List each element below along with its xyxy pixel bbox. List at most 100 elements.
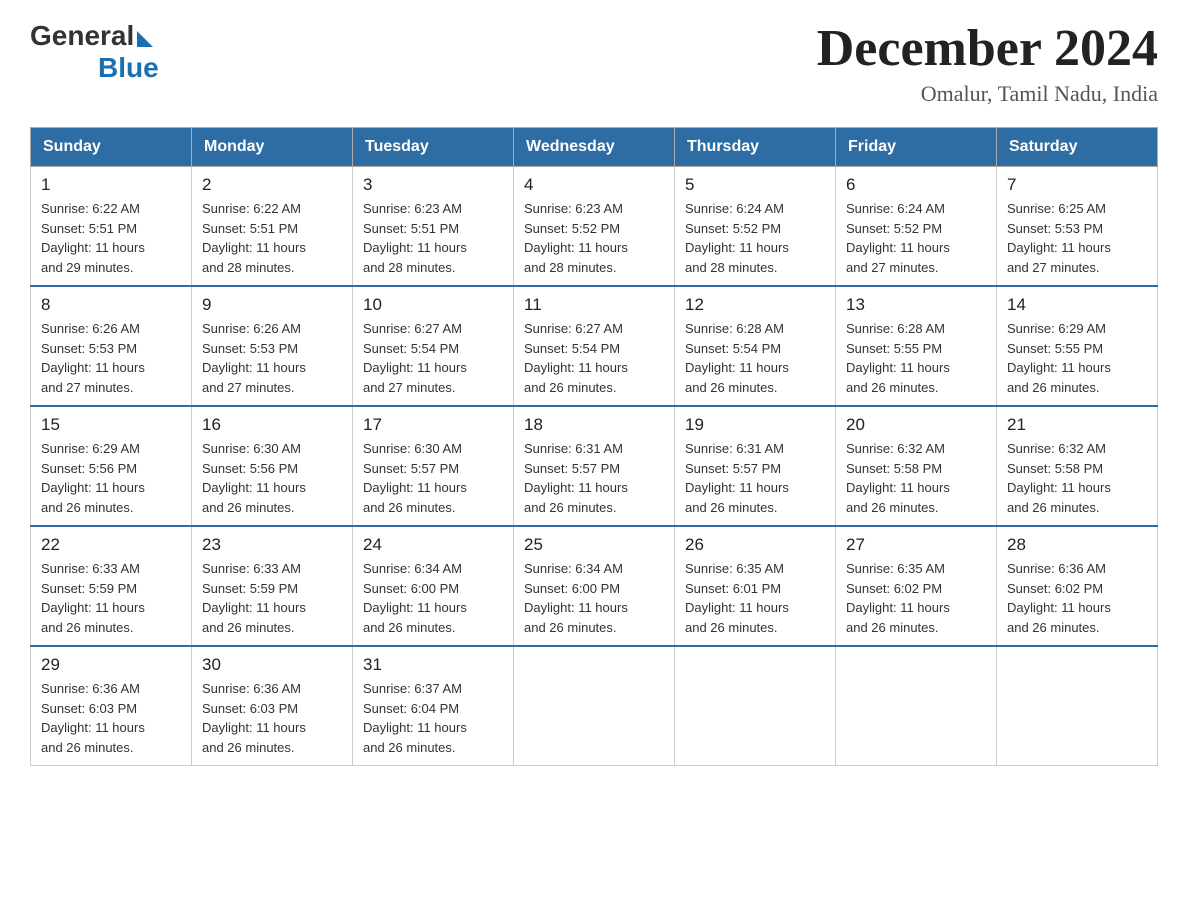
day-number: 21 <box>1007 415 1147 435</box>
calendar-cell: 5 Sunrise: 6:24 AMSunset: 5:52 PMDayligh… <box>675 167 836 287</box>
day-number: 10 <box>363 295 503 315</box>
header-friday: Friday <box>836 128 997 167</box>
day-info: Sunrise: 6:29 AMSunset: 5:55 PMDaylight:… <box>1007 321 1111 395</box>
calendar-cell: 18 Sunrise: 6:31 AMSunset: 5:57 PMDaylig… <box>514 406 675 526</box>
day-number: 20 <box>846 415 986 435</box>
day-number: 15 <box>41 415 181 435</box>
day-number: 9 <box>202 295 342 315</box>
day-info: Sunrise: 6:25 AMSunset: 5:53 PMDaylight:… <box>1007 201 1111 275</box>
day-number: 29 <box>41 655 181 675</box>
day-number: 24 <box>363 535 503 555</box>
day-info: Sunrise: 6:30 AMSunset: 5:56 PMDaylight:… <box>202 441 306 515</box>
title-block: December 2024 Omalur, Tamil Nadu, India <box>817 20 1158 107</box>
calendar-cell <box>997 646 1158 766</box>
day-info: Sunrise: 6:34 AMSunset: 6:00 PMDaylight:… <box>524 561 628 635</box>
header-tuesday: Tuesday <box>353 128 514 167</box>
day-info: Sunrise: 6:27 AMSunset: 5:54 PMDaylight:… <box>363 321 467 395</box>
day-info: Sunrise: 6:23 AMSunset: 5:52 PMDaylight:… <box>524 201 628 275</box>
calendar-cell: 1 Sunrise: 6:22 AMSunset: 5:51 PMDayligh… <box>31 167 192 287</box>
calendar-cell: 12 Sunrise: 6:28 AMSunset: 5:54 PMDaylig… <box>675 286 836 406</box>
day-number: 17 <box>363 415 503 435</box>
day-info: Sunrise: 6:31 AMSunset: 5:57 PMDaylight:… <box>524 441 628 515</box>
calendar-cell: 31 Sunrise: 6:37 AMSunset: 6:04 PMDaylig… <box>353 646 514 766</box>
calendar-cell: 26 Sunrise: 6:35 AMSunset: 6:01 PMDaylig… <box>675 526 836 646</box>
calendar-cell: 15 Sunrise: 6:29 AMSunset: 5:56 PMDaylig… <box>31 406 192 526</box>
calendar-cell: 3 Sunrise: 6:23 AMSunset: 5:51 PMDayligh… <box>353 167 514 287</box>
day-info: Sunrise: 6:28 AMSunset: 5:55 PMDaylight:… <box>846 321 950 395</box>
day-info: Sunrise: 6:31 AMSunset: 5:57 PMDaylight:… <box>685 441 789 515</box>
calendar-cell: 19 Sunrise: 6:31 AMSunset: 5:57 PMDaylig… <box>675 406 836 526</box>
day-number: 16 <box>202 415 342 435</box>
day-number: 22 <box>41 535 181 555</box>
day-number: 27 <box>846 535 986 555</box>
calendar-cell: 23 Sunrise: 6:33 AMSunset: 5:59 PMDaylig… <box>192 526 353 646</box>
calendar-cell: 24 Sunrise: 6:34 AMSunset: 6:00 PMDaylig… <box>353 526 514 646</box>
day-number: 19 <box>685 415 825 435</box>
day-info: Sunrise: 6:37 AMSunset: 6:04 PMDaylight:… <box>363 681 467 755</box>
day-number: 11 <box>524 295 664 315</box>
location-subtitle: Omalur, Tamil Nadu, India <box>817 81 1158 107</box>
calendar-cell: 10 Sunrise: 6:27 AMSunset: 5:54 PMDaylig… <box>353 286 514 406</box>
calendar-cell <box>675 646 836 766</box>
day-number: 6 <box>846 175 986 195</box>
day-number: 12 <box>685 295 825 315</box>
calendar-cell: 30 Sunrise: 6:36 AMSunset: 6:03 PMDaylig… <box>192 646 353 766</box>
day-number: 7 <box>1007 175 1147 195</box>
day-number: 2 <box>202 175 342 195</box>
week-row-2: 8 Sunrise: 6:26 AMSunset: 5:53 PMDayligh… <box>31 286 1158 406</box>
day-number: 30 <box>202 655 342 675</box>
day-info: Sunrise: 6:32 AMSunset: 5:58 PMDaylight:… <box>846 441 950 515</box>
day-info: Sunrise: 6:33 AMSunset: 5:59 PMDaylight:… <box>202 561 306 635</box>
week-row-1: 1 Sunrise: 6:22 AMSunset: 5:51 PMDayligh… <box>31 167 1158 287</box>
week-row-4: 22 Sunrise: 6:33 AMSunset: 5:59 PMDaylig… <box>31 526 1158 646</box>
day-number: 3 <box>363 175 503 195</box>
day-number: 26 <box>685 535 825 555</box>
calendar-cell: 29 Sunrise: 6:36 AMSunset: 6:03 PMDaylig… <box>31 646 192 766</box>
day-number: 8 <box>41 295 181 315</box>
calendar-cell: 25 Sunrise: 6:34 AMSunset: 6:00 PMDaylig… <box>514 526 675 646</box>
day-info: Sunrise: 6:24 AMSunset: 5:52 PMDaylight:… <box>846 201 950 275</box>
day-info: Sunrise: 6:34 AMSunset: 6:00 PMDaylight:… <box>363 561 467 635</box>
day-info: Sunrise: 6:32 AMSunset: 5:58 PMDaylight:… <box>1007 441 1111 515</box>
main-title: December 2024 <box>817 20 1158 77</box>
day-info: Sunrise: 6:36 AMSunset: 6:03 PMDaylight:… <box>202 681 306 755</box>
week-row-5: 29 Sunrise: 6:36 AMSunset: 6:03 PMDaylig… <box>31 646 1158 766</box>
calendar-cell <box>836 646 997 766</box>
calendar-header-row: SundayMondayTuesdayWednesdayThursdayFrid… <box>31 128 1158 167</box>
logo-general-text: General <box>30 20 134 52</box>
logo-blue-text: Blue <box>98 52 159 84</box>
day-info: Sunrise: 6:35 AMSunset: 6:01 PMDaylight:… <box>685 561 789 635</box>
day-info: Sunrise: 6:30 AMSunset: 5:57 PMDaylight:… <box>363 441 467 515</box>
header-saturday: Saturday <box>997 128 1158 167</box>
calendar-table: SundayMondayTuesdayWednesdayThursdayFrid… <box>30 127 1158 766</box>
calendar-cell: 11 Sunrise: 6:27 AMSunset: 5:54 PMDaylig… <box>514 286 675 406</box>
calendar-cell: 9 Sunrise: 6:26 AMSunset: 5:53 PMDayligh… <box>192 286 353 406</box>
logo-arrow-icon <box>137 31 153 47</box>
day-number: 31 <box>363 655 503 675</box>
day-number: 18 <box>524 415 664 435</box>
day-number: 23 <box>202 535 342 555</box>
calendar-cell: 4 Sunrise: 6:23 AMSunset: 5:52 PMDayligh… <box>514 167 675 287</box>
calendar-cell: 14 Sunrise: 6:29 AMSunset: 5:55 PMDaylig… <box>997 286 1158 406</box>
calendar-cell: 8 Sunrise: 6:26 AMSunset: 5:53 PMDayligh… <box>31 286 192 406</box>
header-thursday: Thursday <box>675 128 836 167</box>
day-info: Sunrise: 6:33 AMSunset: 5:59 PMDaylight:… <box>41 561 145 635</box>
calendar-cell: 17 Sunrise: 6:30 AMSunset: 5:57 PMDaylig… <box>353 406 514 526</box>
header-sunday: Sunday <box>31 128 192 167</box>
day-number: 13 <box>846 295 986 315</box>
calendar-cell: 13 Sunrise: 6:28 AMSunset: 5:55 PMDaylig… <box>836 286 997 406</box>
header-monday: Monday <box>192 128 353 167</box>
day-number: 5 <box>685 175 825 195</box>
day-info: Sunrise: 6:26 AMSunset: 5:53 PMDaylight:… <box>202 321 306 395</box>
day-info: Sunrise: 6:27 AMSunset: 5:54 PMDaylight:… <box>524 321 628 395</box>
calendar-cell: 6 Sunrise: 6:24 AMSunset: 5:52 PMDayligh… <box>836 167 997 287</box>
day-info: Sunrise: 6:24 AMSunset: 5:52 PMDaylight:… <box>685 201 789 275</box>
calendar-cell: 7 Sunrise: 6:25 AMSunset: 5:53 PMDayligh… <box>997 167 1158 287</box>
day-info: Sunrise: 6:23 AMSunset: 5:51 PMDaylight:… <box>363 201 467 275</box>
day-number: 28 <box>1007 535 1147 555</box>
calendar-cell: 16 Sunrise: 6:30 AMSunset: 5:56 PMDaylig… <box>192 406 353 526</box>
day-info: Sunrise: 6:22 AMSunset: 5:51 PMDaylight:… <box>41 201 145 275</box>
day-number: 25 <box>524 535 664 555</box>
day-info: Sunrise: 6:26 AMSunset: 5:53 PMDaylight:… <box>41 321 145 395</box>
day-info: Sunrise: 6:22 AMSunset: 5:51 PMDaylight:… <box>202 201 306 275</box>
